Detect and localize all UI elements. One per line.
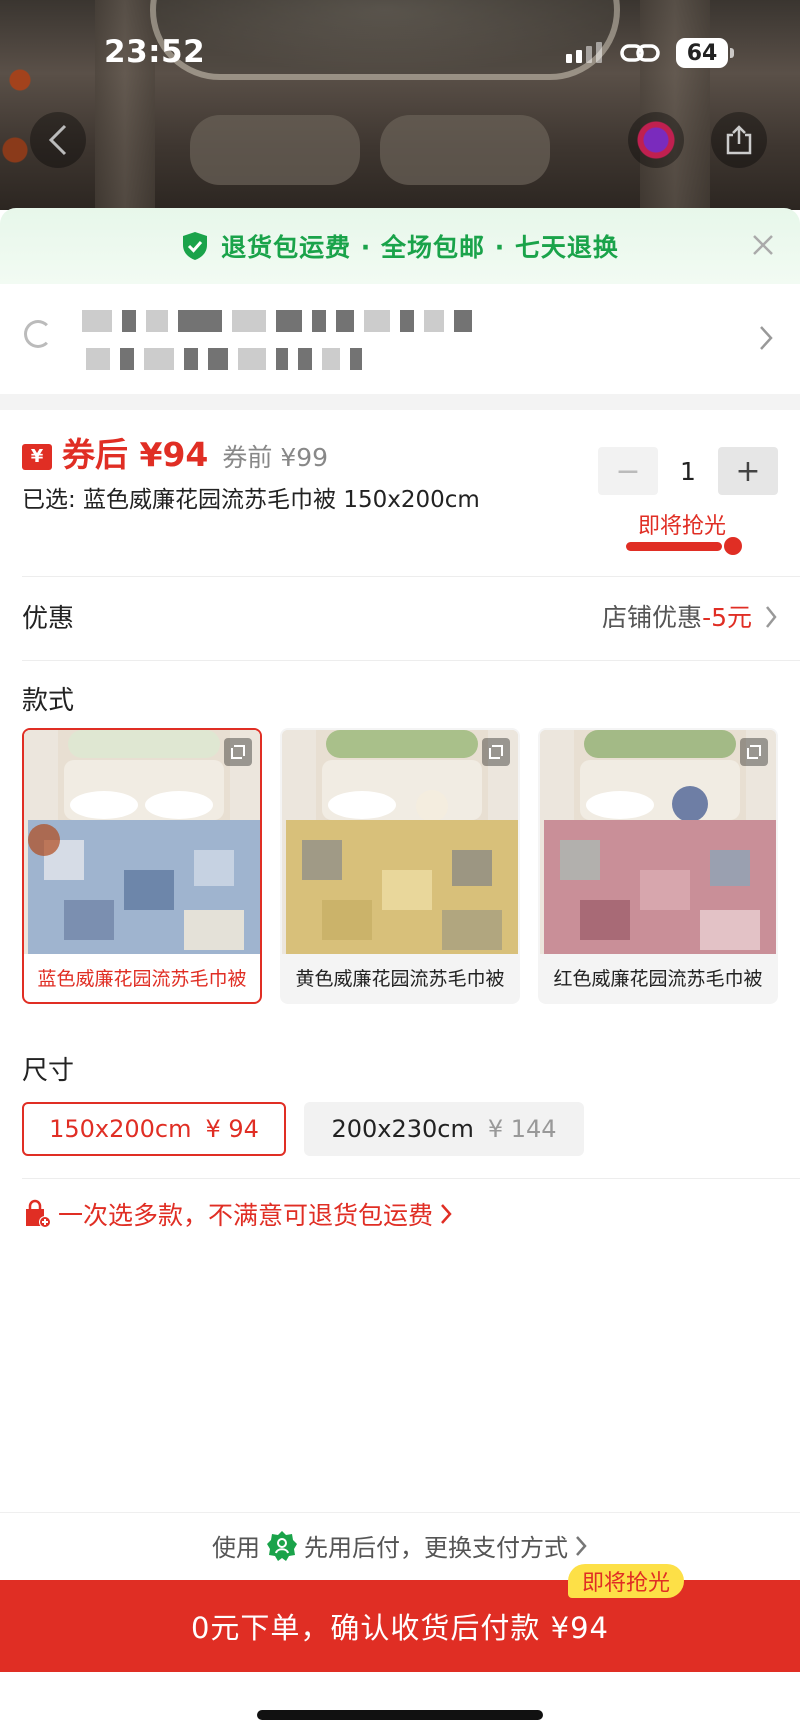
place-order-button[interactable]: 0元下单，确认收货后付款 ¥94 [0, 1580, 800, 1672]
share-icon [726, 125, 752, 155]
battery-icon: 64 [676, 38, 734, 68]
expand-icon[interactable] [224, 738, 252, 766]
sku-selector-page: 23:52 64 退货包运费 · 全场包邮 · 七天退换 ¥ 券后 ¥94 券前… [0, 0, 800, 1734]
multi-select-text: 一次选多款，不满意可退货包运费 [58, 1201, 434, 1230]
style-option-red[interactable]: 红色威廉花园流苏毛巾被 [538, 728, 778, 1004]
chevron-right-icon [766, 606, 777, 628]
price-row: ¥ 券后 ¥94 券前 ¥99 [22, 428, 328, 476]
status-bar: 23:52 64 [0, 0, 800, 105]
pay-later-row[interactable]: 使用 先用后付，更换支付方式 [0, 1512, 800, 1578]
link-icon [620, 44, 660, 62]
style-option-yellow[interactable]: 黄色威廉花园流苏毛巾被 [280, 728, 520, 1004]
shipping-address-row[interactable] [0, 284, 800, 394]
size-label: 150x200cm [49, 1115, 192, 1143]
shop-discount-amount: -5元 [702, 603, 752, 632]
size-option-150x200[interactable]: 150x200cm ¥ 94 [22, 1102, 286, 1156]
size-price: ¥ 94 [205, 1115, 259, 1143]
location-icon [24, 320, 52, 348]
signal-icon [566, 42, 602, 63]
increase-quantity-button[interactable]: + [718, 447, 778, 495]
selected-sku-text: 已选: 蓝色威廉花园流苏毛巾被 150x200cm [22, 487, 480, 513]
address-detail-line-redacted [86, 348, 362, 370]
chevron-right-icon [441, 1204, 452, 1224]
size-price: ¥ 144 [487, 1115, 557, 1143]
address-name-line-redacted [82, 310, 472, 332]
style-section-title: 款式 [22, 686, 75, 716]
shopping-bag-plus-icon [26, 1199, 51, 1228]
shield-check-icon [183, 232, 208, 260]
pay-later-prefix: 使用 [212, 1534, 260, 1562]
style-options: 蓝色威廉花园流苏毛巾被 黄色威廉花园流苏毛巾被 红色威廉花园流苏毛巾被 [22, 728, 778, 1004]
expand-icon[interactable] [482, 738, 510, 766]
expand-icon[interactable] [740, 738, 768, 766]
size-options: 150x200cm ¥ 94 200x230cm ¥ 144 [22, 1102, 584, 1156]
style-option-blue[interactable]: 蓝色威廉花园流苏毛巾被 [22, 728, 262, 1004]
quantity-value: 1 [680, 456, 696, 486]
pay-later-text: 先用后付，更换支付方式 [304, 1534, 568, 1562]
service-guarantee-banner: 退货包运费 · 全场包邮 · 七天退换 [0, 208, 800, 284]
stock-warning-label: 即将抢光 [638, 514, 727, 539]
stock-progress-bar [626, 542, 722, 551]
shop-discount-label: 店铺优惠 [602, 603, 703, 632]
decrease-quantity-button[interactable]: − [598, 447, 658, 495]
back-button[interactable] [30, 112, 86, 168]
status-time: 23:52 [104, 34, 206, 70]
discount-value[interactable]: 店铺优惠-5元 [602, 598, 752, 634]
after-coupon-price: 券后 ¥94 [62, 435, 209, 474]
quantity-stepper: − 1 + [598, 447, 778, 495]
shop-avatar-button[interactable] [628, 112, 684, 168]
chevron-right-icon [576, 1535, 587, 1556]
chevron-left-icon [48, 124, 67, 156]
pay-later-badge-icon [267, 1530, 297, 1561]
banner-text: 退货包运费 · 全场包邮 · 七天退换 [221, 233, 619, 262]
discount-label: 优惠 [22, 604, 75, 634]
size-section-title: 尺寸 [22, 1056, 75, 1086]
section-gap [0, 394, 800, 410]
size-label: 200x230cm [331, 1115, 474, 1143]
before-coupon-price: 券前 ¥99 [222, 443, 329, 472]
multi-select-return-link[interactable]: 一次选多款，不满意可退货包运费 [22, 1196, 453, 1232]
close-icon[interactable] [748, 230, 778, 260]
home-indicator[interactable] [257, 1710, 543, 1720]
clock-icon [722, 535, 744, 557]
size-option-200x230[interactable]: 200x230cm ¥ 144 [304, 1102, 584, 1156]
chevron-right-icon [760, 326, 773, 350]
style-option-label: 黄色威廉花园流苏毛巾被 [295, 967, 505, 990]
coupon-icon: ¥ [22, 443, 52, 470]
style-option-label: 红色威廉花园流苏毛巾被 [553, 967, 763, 990]
order-stock-tag: 即将抢光 [568, 1564, 685, 1598]
style-option-label: 蓝色威廉花园流苏毛巾被 [37, 967, 247, 990]
share-button[interactable] [711, 112, 767, 168]
